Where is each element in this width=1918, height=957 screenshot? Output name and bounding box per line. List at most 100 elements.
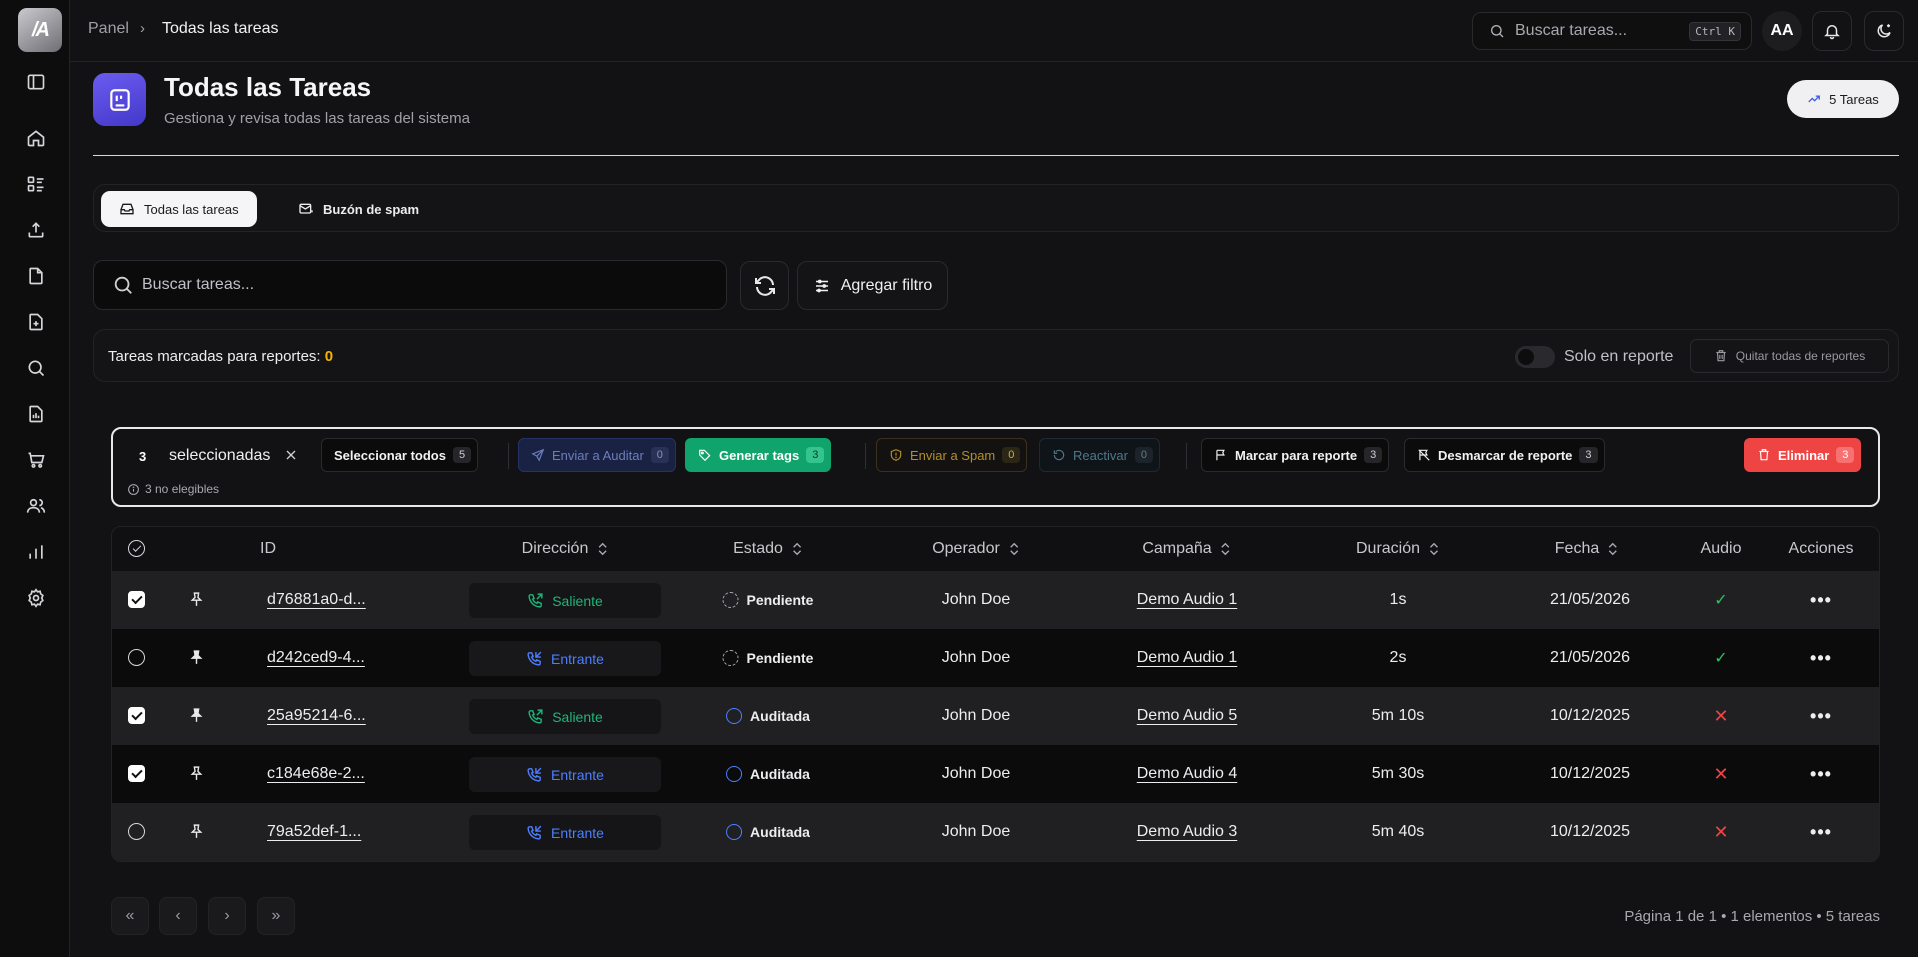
- task-id-link[interactable]: 25a95214-6...: [267, 707, 366, 725]
- users-icon[interactable]: [22, 492, 50, 520]
- app-logo[interactable]: /A: [18, 8, 62, 52]
- pin-icon[interactable]: [188, 591, 206, 609]
- breadcrumb-panel[interactable]: Panel: [88, 20, 129, 38]
- row-checkbox[interactable]: [128, 649, 145, 666]
- row-checkbox[interactable]: [128, 707, 145, 724]
- theme-toggle-button[interactable]: [1864, 11, 1904, 51]
- clear-selection-icon[interactable]: [283, 447, 301, 465]
- audited-status-icon: [726, 766, 743, 782]
- search-icon: [114, 276, 132, 294]
- home-icon[interactable]: [22, 124, 50, 152]
- report-icon[interactable]: [22, 400, 50, 428]
- pin-filled-icon[interactable]: [188, 649, 206, 667]
- column-operator[interactable]: Operador: [932, 540, 1020, 558]
- next-page-button[interactable]: ›: [208, 897, 246, 935]
- unmark-from-report-button[interactable]: Desmarcar de reporte 3: [1404, 438, 1605, 472]
- generate-tags-button[interactable]: Generar tags 3: [685, 438, 832, 472]
- table-row[interactable]: c184e68e-2... Entrante Auditada John Doe Dem…: [112, 745, 1879, 803]
- table-row[interactable]: d242ced9-4... Entrante Pendiente John Doe De…: [112, 629, 1879, 687]
- operator-name: John Doe: [941, 823, 1011, 840]
- duration-value: 5m 30s: [1371, 765, 1425, 782]
- trash-icon: [1716, 350, 1726, 362]
- report-label: Tareas marcadas para reportes: 0: [108, 348, 333, 365]
- pin-icon[interactable]: [188, 823, 206, 841]
- pending-status-icon: [722, 650, 739, 666]
- search-icon[interactable]: [22, 354, 50, 382]
- send-to-spam-label: Enviar a Spam: [910, 447, 996, 463]
- table-row[interactable]: 79a52def-1... Entrante Auditada John Doe Dem…: [112, 803, 1879, 861]
- task-id-link[interactable]: c184e68e-2...: [267, 765, 365, 783]
- column-campaign[interactable]: Campaña: [1142, 540, 1231, 558]
- clear-reports-button[interactable]: Quitar todas de reportes: [1690, 339, 1889, 373]
- duration-value: 2s: [1389, 649, 1407, 666]
- file-add-icon[interactable]: [22, 308, 50, 336]
- task-search-input[interactable]: Buscar tareas...: [93, 260, 727, 310]
- duration-value: 5m 10s: [1371, 707, 1425, 724]
- delete-button[interactable]: Eliminar 3: [1744, 438, 1862, 472]
- task-list-icon[interactable]: [22, 170, 50, 198]
- select-all-button[interactable]: Seleccionar todos 5: [321, 438, 479, 472]
- row-actions-icon[interactable]: •••: [1810, 590, 1832, 611]
- campaign-link[interactable]: Demo Audio 1: [1137, 591, 1238, 609]
- add-filter-label: Agregar filtro: [840, 276, 933, 294]
- table-row[interactable]: 25a95214-6... Saliente Auditada John Doe Dem…: [112, 687, 1879, 745]
- tab-spam-inbox[interactable]: Buzón de spam: [280, 191, 437, 227]
- reactivate-button[interactable]: Reactivar 0: [1039, 438, 1161, 472]
- row-actions-icon[interactable]: •••: [1810, 706, 1832, 727]
- settings-icon[interactable]: [22, 584, 50, 612]
- send-to-audit-badge: 0: [650, 447, 669, 463]
- global-search-input[interactable]: Buscar tareas... Ctrl K: [1472, 12, 1752, 50]
- row-actions-icon[interactable]: •••: [1810, 822, 1832, 843]
- divider: [508, 443, 509, 469]
- phone-incoming-icon: [526, 766, 543, 783]
- campaign-link[interactable]: Demo Audio 3: [1137, 823, 1238, 841]
- only-in-report-toggle[interactable]: [1515, 346, 1555, 368]
- row-actions-icon[interactable]: •••: [1810, 648, 1832, 669]
- page-icon: [93, 73, 146, 126]
- refresh-button[interactable]: [740, 261, 789, 310]
- cart-icon[interactable]: [22, 446, 50, 474]
- column-direction[interactable]: Dirección: [522, 540, 609, 558]
- row-checkbox[interactable]: [128, 823, 145, 840]
- prev-page-button[interactable]: ‹: [159, 897, 197, 935]
- task-search-placeholder: Buscar tareas...: [142, 276, 255, 293]
- send-to-audit-button[interactable]: Enviar a Auditar 0: [518, 438, 676, 472]
- task-id-link[interactable]: d242ced9-4...: [267, 649, 365, 667]
- first-page-button[interactable]: «: [111, 897, 149, 935]
- task-id-link[interactable]: 79a52def-1...: [267, 823, 361, 841]
- audio-missing-icon: ✕: [1713, 821, 1729, 842]
- pin-filled-icon[interactable]: [188, 707, 206, 725]
- task-count-label: 5 Tareas: [1829, 91, 1879, 107]
- tab-spam-inbox-label: Buzón de spam: [323, 201, 420, 217]
- campaign-link[interactable]: Demo Audio 5: [1137, 707, 1238, 725]
- bell-icon: [1824, 25, 1840, 40]
- last-page-button[interactable]: »: [257, 897, 295, 935]
- notifications-button[interactable]: [1812, 11, 1852, 51]
- tab-all-tasks[interactable]: Todas las tareas: [101, 191, 257, 227]
- send-to-spam-button[interactable]: Enviar a Spam 0: [876, 438, 1028, 472]
- pin-icon[interactable]: [188, 765, 206, 783]
- direction-label: Entrante: [551, 650, 604, 667]
- task-id-link[interactable]: d76881a0-d...: [267, 591, 366, 609]
- column-duration[interactable]: Duración: [1356, 540, 1440, 558]
- analytics-icon[interactable]: [22, 538, 50, 566]
- document-icon[interactable]: [22, 262, 50, 290]
- row-checkbox[interactable]: [128, 591, 145, 608]
- column-date[interactable]: Fecha: [1555, 540, 1619, 558]
- sidebar-toggle-icon[interactable]: [22, 68, 50, 96]
- row-checkbox[interactable]: [128, 765, 145, 782]
- add-filter-button[interactable]: Agregar filtro: [797, 261, 948, 310]
- user-avatar[interactable]: AA: [1762, 11, 1802, 51]
- row-actions-icon[interactable]: •••: [1810, 764, 1832, 785]
- date-value: 10/12/2025: [1549, 765, 1631, 782]
- campaign-link[interactable]: Demo Audio 4: [1137, 765, 1238, 783]
- column-status[interactable]: Estado: [733, 540, 803, 558]
- tags-icon: [699, 449, 711, 462]
- upload-icon[interactable]: [22, 216, 50, 244]
- select-all-checkbox[interactable]: [128, 540, 145, 557]
- mark-for-report-button[interactable]: Marcar para reporte 3: [1201, 438, 1390, 472]
- sort-icon: [1009, 542, 1018, 556]
- table-row[interactable]: d76881a0-d... Saliente Pendiente John Doe De…: [112, 571, 1879, 629]
- column-audio: Audio: [1700, 540, 1742, 557]
- campaign-link[interactable]: Demo Audio 1: [1137, 649, 1238, 667]
